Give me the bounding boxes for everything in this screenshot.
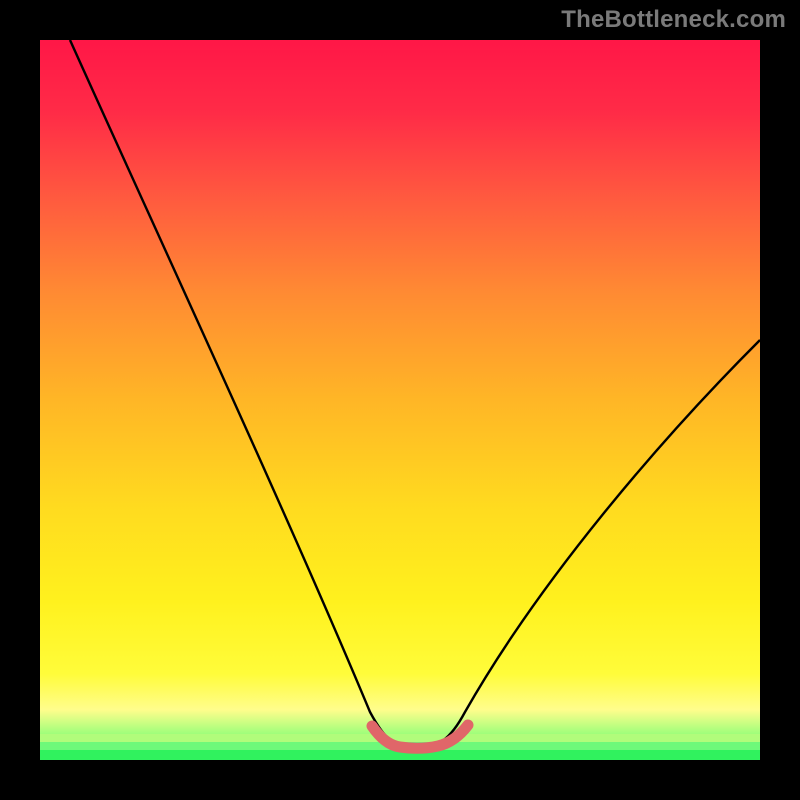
chart-canvas: TheBottleneck.com (0, 0, 800, 800)
frame-bottom (0, 760, 800, 800)
frame-left (0, 0, 40, 800)
gradient-band-green (40, 750, 760, 760)
plot-area (40, 40, 760, 760)
gradient-band-lightgreen (40, 742, 760, 750)
watermark-text: TheBottleneck.com (561, 6, 786, 34)
gradient-band-yellowgreen (40, 734, 760, 742)
frame-right (760, 0, 800, 800)
